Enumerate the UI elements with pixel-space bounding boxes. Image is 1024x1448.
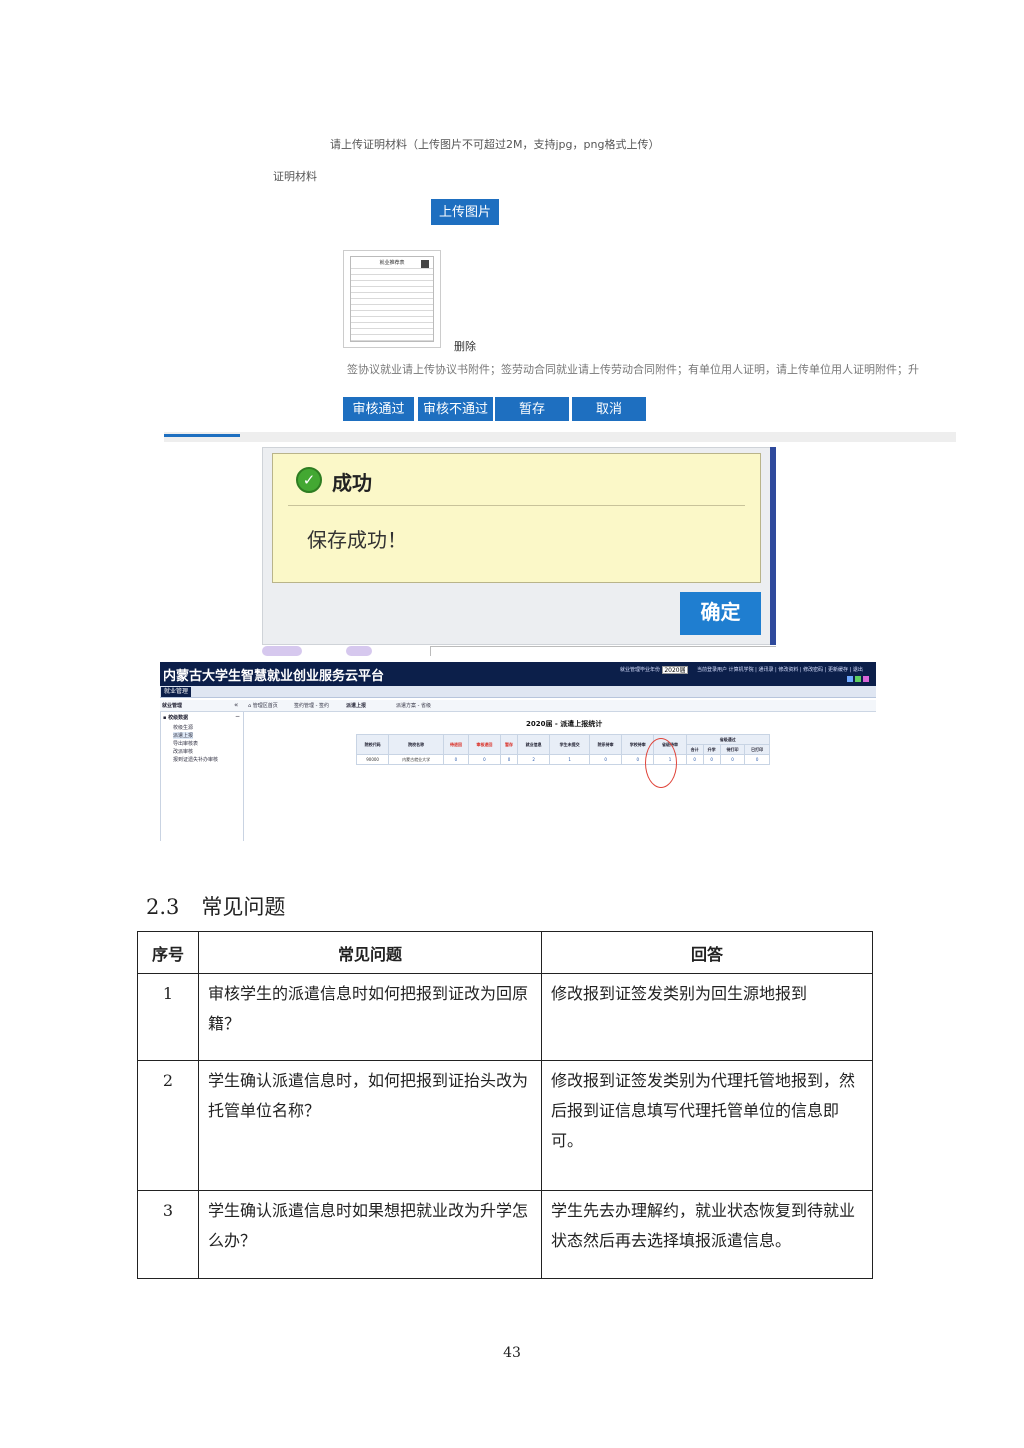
check-circle-icon: ✓ (296, 467, 322, 493)
cell-draft[interactable]: 0 (499, 754, 519, 765)
tab-home-label: 管理区首页 (252, 703, 278, 709)
theme-green-icon[interactable] (855, 676, 861, 682)
stats-table: 院校代码 院校名称 待退回 审核退回 暂存 就业信息 学生未提交 院系待审 学校… (355, 734, 771, 765)
tab-signing[interactable]: 签约管理 - 签约 (294, 702, 329, 709)
module-tab-employment[interactable]: 就业管理 (161, 687, 191, 697)
faq-no: 2 (137, 1060, 199, 1191)
th-employment-info: 就业信息 (517, 734, 551, 755)
th-review-return: 审核退回 (467, 734, 501, 755)
approve-button[interactable]: 审核通过 (343, 397, 414, 421)
section-number: 2.3 (146, 895, 180, 919)
th-school-code: 院校代码 (355, 734, 390, 755)
module-bar (160, 686, 876, 698)
cell-further-study[interactable]: 0 (702, 754, 721, 765)
sidebar-item-certificate-reissue[interactable]: 报到证遗失补办审核 (173, 756, 218, 763)
faq-no: 1 (137, 973, 199, 1061)
dialog-title: 成功 (332, 471, 372, 495)
dialog-underlay-mid (346, 646, 372, 656)
faq-question: 学生确认派遣信息时，如何把报到证抬头改为托管单位名称？ (198, 1060, 542, 1191)
sidebar-root-label: 校级数据 (168, 715, 189, 721)
sidebar-item-redispatch-review[interactable]: 改派审核 (173, 748, 193, 755)
proof-label: 证明材料 (273, 170, 317, 183)
cell-pending-return[interactable]: 0 (443, 754, 469, 765)
theme-blue-icon[interactable] (847, 676, 853, 682)
th-dept-pending: 院系待审 (588, 734, 623, 755)
faq-answer: 学生先去办理解约，就业状态恢复到待就业状态然后再去选择填报派遣信息。 (541, 1190, 873, 1279)
tab-home[interactable]: ⌂ 管理区首页 (248, 702, 278, 709)
table-row: 3 学生确认派遣信息时如果想把就业改为升学怎么办？ 学生先去办理解约，就业状态恢… (137, 1190, 873, 1279)
theme-purple-icon[interactable] (863, 676, 869, 682)
reject-button[interactable]: 审核不通过 (418, 397, 493, 421)
highlight-circle (645, 738, 677, 788)
dialog-underlay-left (262, 646, 302, 656)
faq-no: 3 (137, 1190, 199, 1279)
faq-header-answer: 回答 (541, 931, 873, 974)
collapse-minus-icon[interactable]: − (235, 713, 240, 720)
attachment-note: 签协议就业请上传协议书附件；签劳动合同就业请上传劳动合同附件；有单位用人证明，请… (347, 363, 919, 376)
table-row: 2 学生确认派遣信息时，如何把报到证抬头改为托管单位名称？ 修改报到证签发类别为… (137, 1060, 873, 1191)
dialog-message: 保存成功！ (307, 528, 407, 552)
header-links[interactable]: 当前登录用户 计算机学院 | 通讯录 | 修改资料 | 修改密码 | 更新缓存 … (697, 666, 875, 673)
faq-question: 审核学生的派遣信息时如何把报到证改为回原籍？ (198, 973, 542, 1061)
th-province-passed: 省级通过 (685, 734, 771, 745)
upload-image-button[interactable]: 上传图片 (431, 199, 499, 225)
section-heading: 2.3 常见问题 (146, 891, 285, 921)
cell-printed[interactable]: 0 (744, 754, 770, 765)
th-draft: 暂存 (499, 734, 519, 755)
tab-dispatch-report[interactable]: 派遣上报 (346, 702, 366, 709)
cell-school-code: 90000 (355, 754, 390, 765)
faq-answer: 修改报到证签发类别为回生源地报到 (541, 973, 873, 1061)
faq-header-no: 序号 (137, 931, 199, 974)
dialog-side-stripe (770, 447, 776, 645)
save-draft-button[interactable]: 暂存 (495, 397, 569, 421)
dialog-underlay-right (430, 646, 776, 656)
document-thumbnail-image: 就业推荐表 (350, 256, 434, 342)
section-title: 常见问题 (201, 895, 286, 919)
year-select[interactable]: 2020届 (662, 666, 688, 674)
th-school-name: 院校名称 (388, 734, 445, 755)
year-label: 就业管理毕业年份 (620, 667, 661, 673)
sidebar-root[interactable]: ▪ 校级数据 (163, 714, 188, 721)
tab-strip-accent (164, 434, 240, 437)
proof-thumbnail[interactable]: 就业推荐表 (343, 250, 441, 348)
faq-answer: 修改报到证签发类别为代理托管地报到，然后报到证信息填写代理托管单位的信息即可。 (541, 1060, 873, 1191)
upload-hint: 请上传证明材料（上传图片不可超过2M，支持jpg，png格式上传） (330, 138, 660, 151)
page-number: 43 (503, 1345, 521, 1361)
th-to-print: 待打印 (719, 744, 746, 755)
stats-title: 2020届 - 派遣上报统计 (526, 720, 603, 728)
cell-employment-info[interactable]: 2 (517, 754, 551, 765)
tab-dispatch-plan[interactable]: 派遣方案 - 省级 (396, 702, 431, 709)
cell-review-return[interactable]: 0 (467, 754, 501, 765)
dialog-divider (288, 505, 745, 506)
sidebar-item-export-review[interactable]: 导出审核表 (173, 740, 198, 747)
th-student-unsubmitted: 学生未提交 (549, 734, 590, 755)
table-row: 1 审核学生的派遣信息时如何把报到证改为回原籍？ 修改报到证签发类别为回生源地报… (137, 973, 873, 1061)
th-pending-return: 待退回 (443, 734, 469, 755)
delete-link[interactable]: 删除 (454, 338, 476, 354)
double-chevron-left-icon[interactable]: « (234, 701, 238, 709)
faq-question: 学生确认派遣信息时如果想把就业改为升学怎么办？ (198, 1190, 542, 1279)
faq-header-question: 常见问题 (198, 931, 542, 974)
faq-table: 序号 常见问题 回答 1 审核学生的派遣信息时如何把报到证改为回原籍？ 修改报到… (137, 931, 873, 1279)
confirm-button[interactable]: 确定 (680, 592, 761, 635)
cell-total[interactable]: 0 (685, 754, 704, 765)
cell-to-print[interactable]: 0 (719, 754, 746, 765)
th-printed: 已打印 (744, 744, 770, 755)
th-total: 合计 (685, 744, 704, 755)
tab-strip (164, 432, 956, 442)
cell-dept-pending[interactable]: 0 (588, 754, 623, 765)
sidebar-item-source[interactable]: 校级生源 (173, 724, 193, 731)
cell-student-unsubmitted[interactable]: 1 (549, 754, 590, 765)
qr-code-icon (421, 260, 429, 268)
th-further-study: 升学 (702, 744, 721, 755)
platform-title: 内蒙古大学生智慧就业创业服务云平台 (163, 669, 385, 684)
sidebar-header: 就业管理 (162, 703, 183, 709)
cancel-button[interactable]: 取消 (572, 397, 646, 421)
sidebar-item-dispatch-report[interactable]: 派遣上报 (173, 732, 194, 739)
table-row: 90000 内蒙古就业大学 0 0 0 2 1 0 0 1 0 0 0 0 (355, 754, 770, 765)
cell-school-name: 内蒙古就业大学 (388, 754, 445, 765)
